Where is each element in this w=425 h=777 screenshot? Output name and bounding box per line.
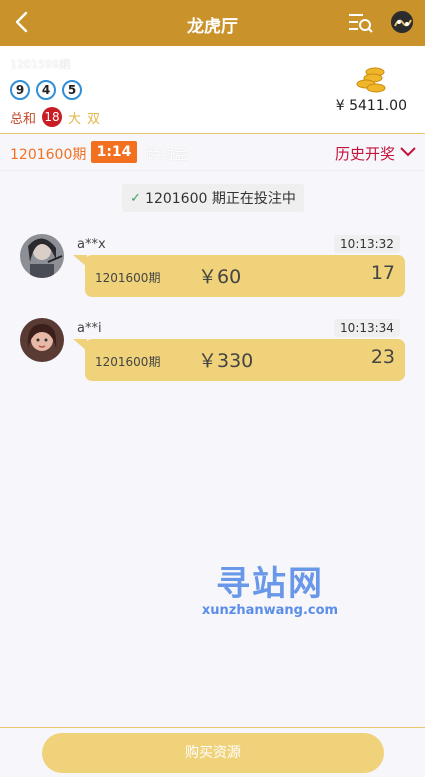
search-list-icon[interactable] <box>348 12 374 34</box>
top-bar: 龙虎厅 <box>0 0 425 46</box>
bet-time: 10:13:32 <box>334 235 400 253</box>
draw-ball: 4 <box>36 80 56 100</box>
parity-tag: 双 <box>87 111 101 127</box>
closing-label: 距封盘 <box>146 147 188 163</box>
sum-row: 总和 18 大 双 <box>10 107 100 127</box>
buy-resource-button[interactable]: 购买资源 <box>42 733 384 773</box>
bet-amount: ￥330 <box>198 350 254 372</box>
bet-username: a**x <box>77 237 106 252</box>
draw-balls: 9 4 5 <box>10 80 82 100</box>
bet-amount: ￥60 <box>198 266 242 288</box>
balance-amount: ¥ 5411.00 <box>335 98 407 114</box>
bet-value: 17 <box>370 262 395 284</box>
avatar[interactable] <box>20 318 64 362</box>
period-bar: 1201600期 1:14 距封盘 历史开奖 <box>0 135 425 171</box>
draw-ball: 5 <box>62 80 82 100</box>
countdown-timer: 1:14 <box>91 141 137 163</box>
betting-status-text: 1201600 期正在投注中 <box>145 191 296 207</box>
sum-badge: 18 <box>42 107 63 127</box>
watermark-url: xunzhanwang.com <box>201 603 339 618</box>
bet-bubble: 1201600期 ￥330 23 <box>73 339 405 381</box>
last-draw-issue: 1201599期 <box>10 58 70 71</box>
current-period: 1201600期 <box>10 147 87 163</box>
footer: 购买资源 <box>0 727 425 777</box>
bet-time: 10:13:34 <box>334 319 400 337</box>
chevron-down-icon[interactable] <box>399 145 417 159</box>
history-draws-link[interactable]: 历史开奖 <box>335 143 395 164</box>
sum-label: 总和 <box>10 111 37 127</box>
bet-username: a**i <box>77 321 102 336</box>
size-tag: 大 <box>68 111 82 127</box>
bet-bubble: 1201600期 ￥60 17 <box>73 255 405 297</box>
watermark: 寻站网 xunzhanwang.com <box>195 556 345 626</box>
watermark-title: 寻站网 <box>216 564 324 604</box>
last-draw-panel: 1201599期 9 4 5 总和 18 大 双 ¥ 5411.00 <box>0 46 425 134</box>
bet-period: 1201600期 <box>95 355 161 369</box>
user-avatar-icon[interactable] <box>390 10 414 34</box>
bet-value: 23 <box>370 346 395 368</box>
draw-ball: 9 <box>10 80 30 100</box>
check-icon: ✓ <box>130 190 142 206</box>
bet-period: 1201600期 <box>95 271 161 285</box>
avatar[interactable] <box>20 234 64 278</box>
betting-status: ✓ 1201600 期正在投注中 <box>122 184 304 212</box>
coins-icon <box>356 67 386 93</box>
